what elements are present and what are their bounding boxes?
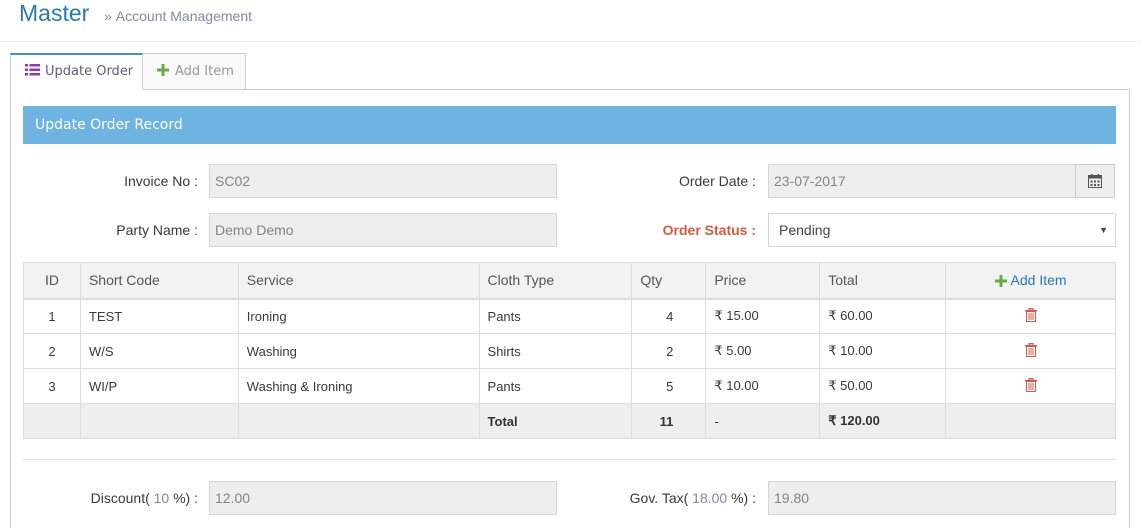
table-row: 1 TEST Ironing Pants 4 ₹ 15.00 ₹ 60.00 xyxy=(23,298,1116,334)
cell-empty xyxy=(79,403,239,439)
list-icon xyxy=(25,63,40,75)
tax-suffix: %) : xyxy=(731,490,756,506)
cell-service: Washing xyxy=(237,333,480,369)
table-header-row: ID Short Code Service Cloth Type Qty Pri… xyxy=(23,262,1116,300)
cell-price: ₹ 15.00 xyxy=(705,298,821,334)
cell-short-code: WI/P xyxy=(79,368,239,404)
cell-qty: 2 xyxy=(631,333,707,369)
breadcrumb-separator: » xyxy=(104,8,112,24)
items-table: ID Short Code Service Cloth Type Qty Pri… xyxy=(23,262,1116,439)
cell-empty xyxy=(945,403,1116,439)
col-service: Service xyxy=(237,262,480,300)
gov-tax-label: Gov. Tax( 18.00 %) : xyxy=(580,490,756,506)
total-amount: ₹ 120.00 xyxy=(819,403,947,439)
total-price: - xyxy=(705,403,821,439)
discount-label: Discount( 10 %) : xyxy=(40,490,198,506)
cell-cloth-type: Shirts xyxy=(478,333,633,369)
tab-add-item-label: Add Item xyxy=(175,64,234,79)
invoice-field[interactable]: SC02 xyxy=(209,164,557,198)
cell-id: 2 xyxy=(23,333,81,369)
discount-suffix: %) : xyxy=(173,490,198,506)
party-name-label: Party Name : xyxy=(116,222,198,238)
page-title: Master xyxy=(19,0,90,26)
plus-icon xyxy=(994,274,1007,287)
cell-id: 3 xyxy=(23,368,81,404)
add-item-label: Add Item xyxy=(1010,272,1067,289)
tab-add-item[interactable]: Add Item xyxy=(142,53,246,90)
trash-icon xyxy=(1024,342,1037,357)
col-price: Price xyxy=(705,262,821,300)
cell-short-code: W/S xyxy=(79,333,239,369)
total-qty: 11 xyxy=(631,403,707,439)
calendar-button[interactable] xyxy=(1075,164,1115,198)
col-short-code: Short Code xyxy=(79,262,239,300)
chevron-down-icon: ▼ xyxy=(1099,225,1108,235)
col-cloth-type: Cloth Type xyxy=(478,262,633,300)
table-row: 2 W/S Washing Shirts 2 ₹ 5.00 ₹ 10.00 xyxy=(23,333,1116,369)
table-row: 3 WI/P Washing & Ironing Pants 5 ₹ 10.00… xyxy=(23,368,1116,404)
cell-cloth-type: Pants xyxy=(478,368,633,404)
add-item-button[interactable]: Add Item xyxy=(945,262,1116,300)
breadcrumb-label: Account Management xyxy=(115,8,252,24)
order-status-label: Order Status : xyxy=(662,222,756,238)
delete-row-button[interactable] xyxy=(945,298,1116,334)
order-date-label: Order Date : xyxy=(678,173,756,189)
cell-empty xyxy=(23,403,81,439)
tab-update-order-label: Update Order xyxy=(45,64,134,79)
col-id: ID xyxy=(23,262,81,300)
tab-update-order[interactable]: Update Order xyxy=(10,53,143,90)
col-total: Total xyxy=(819,262,947,300)
breadcrumb: » Account Management xyxy=(104,8,252,24)
cell-price: ₹ 5.00 xyxy=(705,333,821,369)
calendar-icon xyxy=(1088,174,1102,188)
page-header: Master » Account Management xyxy=(0,0,1141,42)
party-name-field[interactable]: Demo Demo xyxy=(209,213,557,247)
cell-price: ₹ 10.00 xyxy=(705,368,821,404)
tax-percent: 18.00 xyxy=(692,490,728,506)
cell-service: Ironing xyxy=(237,298,480,334)
delete-row-button[interactable] xyxy=(945,333,1116,369)
invoice-label: Invoice No : xyxy=(124,173,198,189)
cell-qty: 4 xyxy=(631,298,707,334)
trash-icon xyxy=(1024,377,1037,392)
col-qty: Qty xyxy=(631,262,707,300)
order-status-value: Pending xyxy=(779,222,831,238)
trash-icon xyxy=(1024,307,1037,322)
order-status-select[interactable]: Pending ▼ xyxy=(768,213,1116,247)
delete-row-button[interactable] xyxy=(945,368,1116,404)
cell-short-code: TEST xyxy=(79,298,239,334)
cell-service: Washing & Ironing xyxy=(237,368,480,404)
gov-tax-field[interactable]: 19.80 xyxy=(768,481,1116,515)
discount-field[interactable]: 12.00 xyxy=(209,481,557,515)
cell-empty xyxy=(237,403,480,439)
tax-prefix: Gov. Tax( xyxy=(629,490,689,506)
cell-cloth-type: Pants xyxy=(478,298,633,334)
divider xyxy=(23,459,1116,460)
cell-total: ₹ 60.00 xyxy=(819,298,947,334)
discount-percent: 10 xyxy=(153,490,170,506)
cell-id: 1 xyxy=(23,298,81,334)
cell-total: ₹ 50.00 xyxy=(819,368,947,404)
cell-qty: 5 xyxy=(631,368,707,404)
cell-total: ₹ 10.00 xyxy=(819,333,947,369)
plus-icon xyxy=(157,63,169,76)
table-total-row: Total 11 - ₹ 120.00 xyxy=(23,403,1116,439)
order-date-field[interactable]: 23-07-2017 xyxy=(768,164,1076,198)
discount-prefix: Discount( xyxy=(90,490,150,506)
total-label: Total xyxy=(478,403,633,439)
section-header: Update Order Record xyxy=(23,106,1116,144)
